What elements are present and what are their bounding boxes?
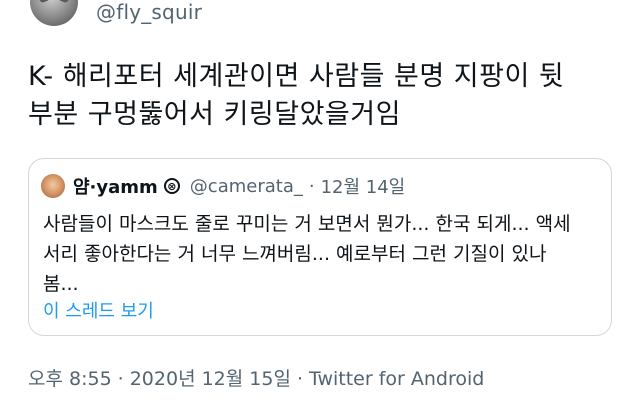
author-avatar[interactable]	[30, 0, 78, 26]
quoted-tweet-header: 얌·yamm ⊗ @camerata_ · 12월 14일	[41, 173, 405, 199]
quoted-tweet-date[interactable]: 12월 14일	[321, 173, 406, 199]
show-thread-link[interactable]: 이 스레드 보기	[43, 297, 154, 323]
tweet-text-line: 부분 구멍뚫어서 키링달았을거임	[28, 99, 401, 130]
tweet-metadata: 오후 8:55 · 2020년 12월 15일 · Twitter for Androi…	[28, 364, 484, 391]
tweet-date[interactable]: 2020년 12월 15일	[130, 368, 291, 390]
tweet-time[interactable]: 오후 8:55	[28, 368, 112, 390]
tweet-text-line: K- 해리포터 세계관이면 사람들 분명 지팡이 뒷	[28, 61, 565, 92]
x-circle-icon: ⊗	[163, 178, 180, 194]
avatar-ear-right	[57, 0, 73, 4]
tweet-detail: @fly_squir K- 해리포터 세계관이면 사람들 분명 지팡이 뒷 부분…	[0, 0, 640, 400]
tweet-text: K- 해리포터 세계관이면 사람들 분명 지팡이 뒷 부분 구멍뚫어서 키링달았…	[28, 58, 618, 134]
quoted-tweet-text: 사람들이 마스크도 줄로 꾸미는 거 보면서 뭔가... 한국 되게... 액세…	[43, 209, 603, 299]
quoted-text-line: 봄...	[43, 273, 79, 295]
tweet-source[interactable]: Twitter for Android	[309, 368, 484, 390]
quoted-author-name[interactable]: 얌·yamm	[73, 173, 158, 199]
quoted-text-line: 서리 좋아한다는 거 너무 느껴버림... 예로부터 그런 기질이 있나	[43, 243, 547, 265]
quoted-author-handle[interactable]: @camerata_	[190, 176, 303, 197]
author-handle[interactable]: @fly_squir	[96, 0, 202, 24]
quoted-text-line: 사람들이 마스크도 줄로 꾸미는 거 보면서 뭔가... 한국 되게... 액세	[43, 213, 571, 235]
separator-dot: ·	[308, 175, 315, 197]
separator-dot: ·	[296, 368, 303, 390]
avatar-ear-left	[35, 0, 51, 4]
quoted-tweet-card[interactable]: 얌·yamm ⊗ @camerata_ · 12월 14일 사람들이 마스크도 …	[28, 158, 612, 336]
quoted-author-avatar[interactable]	[41, 174, 65, 198]
separator-dot: ·	[117, 368, 124, 390]
